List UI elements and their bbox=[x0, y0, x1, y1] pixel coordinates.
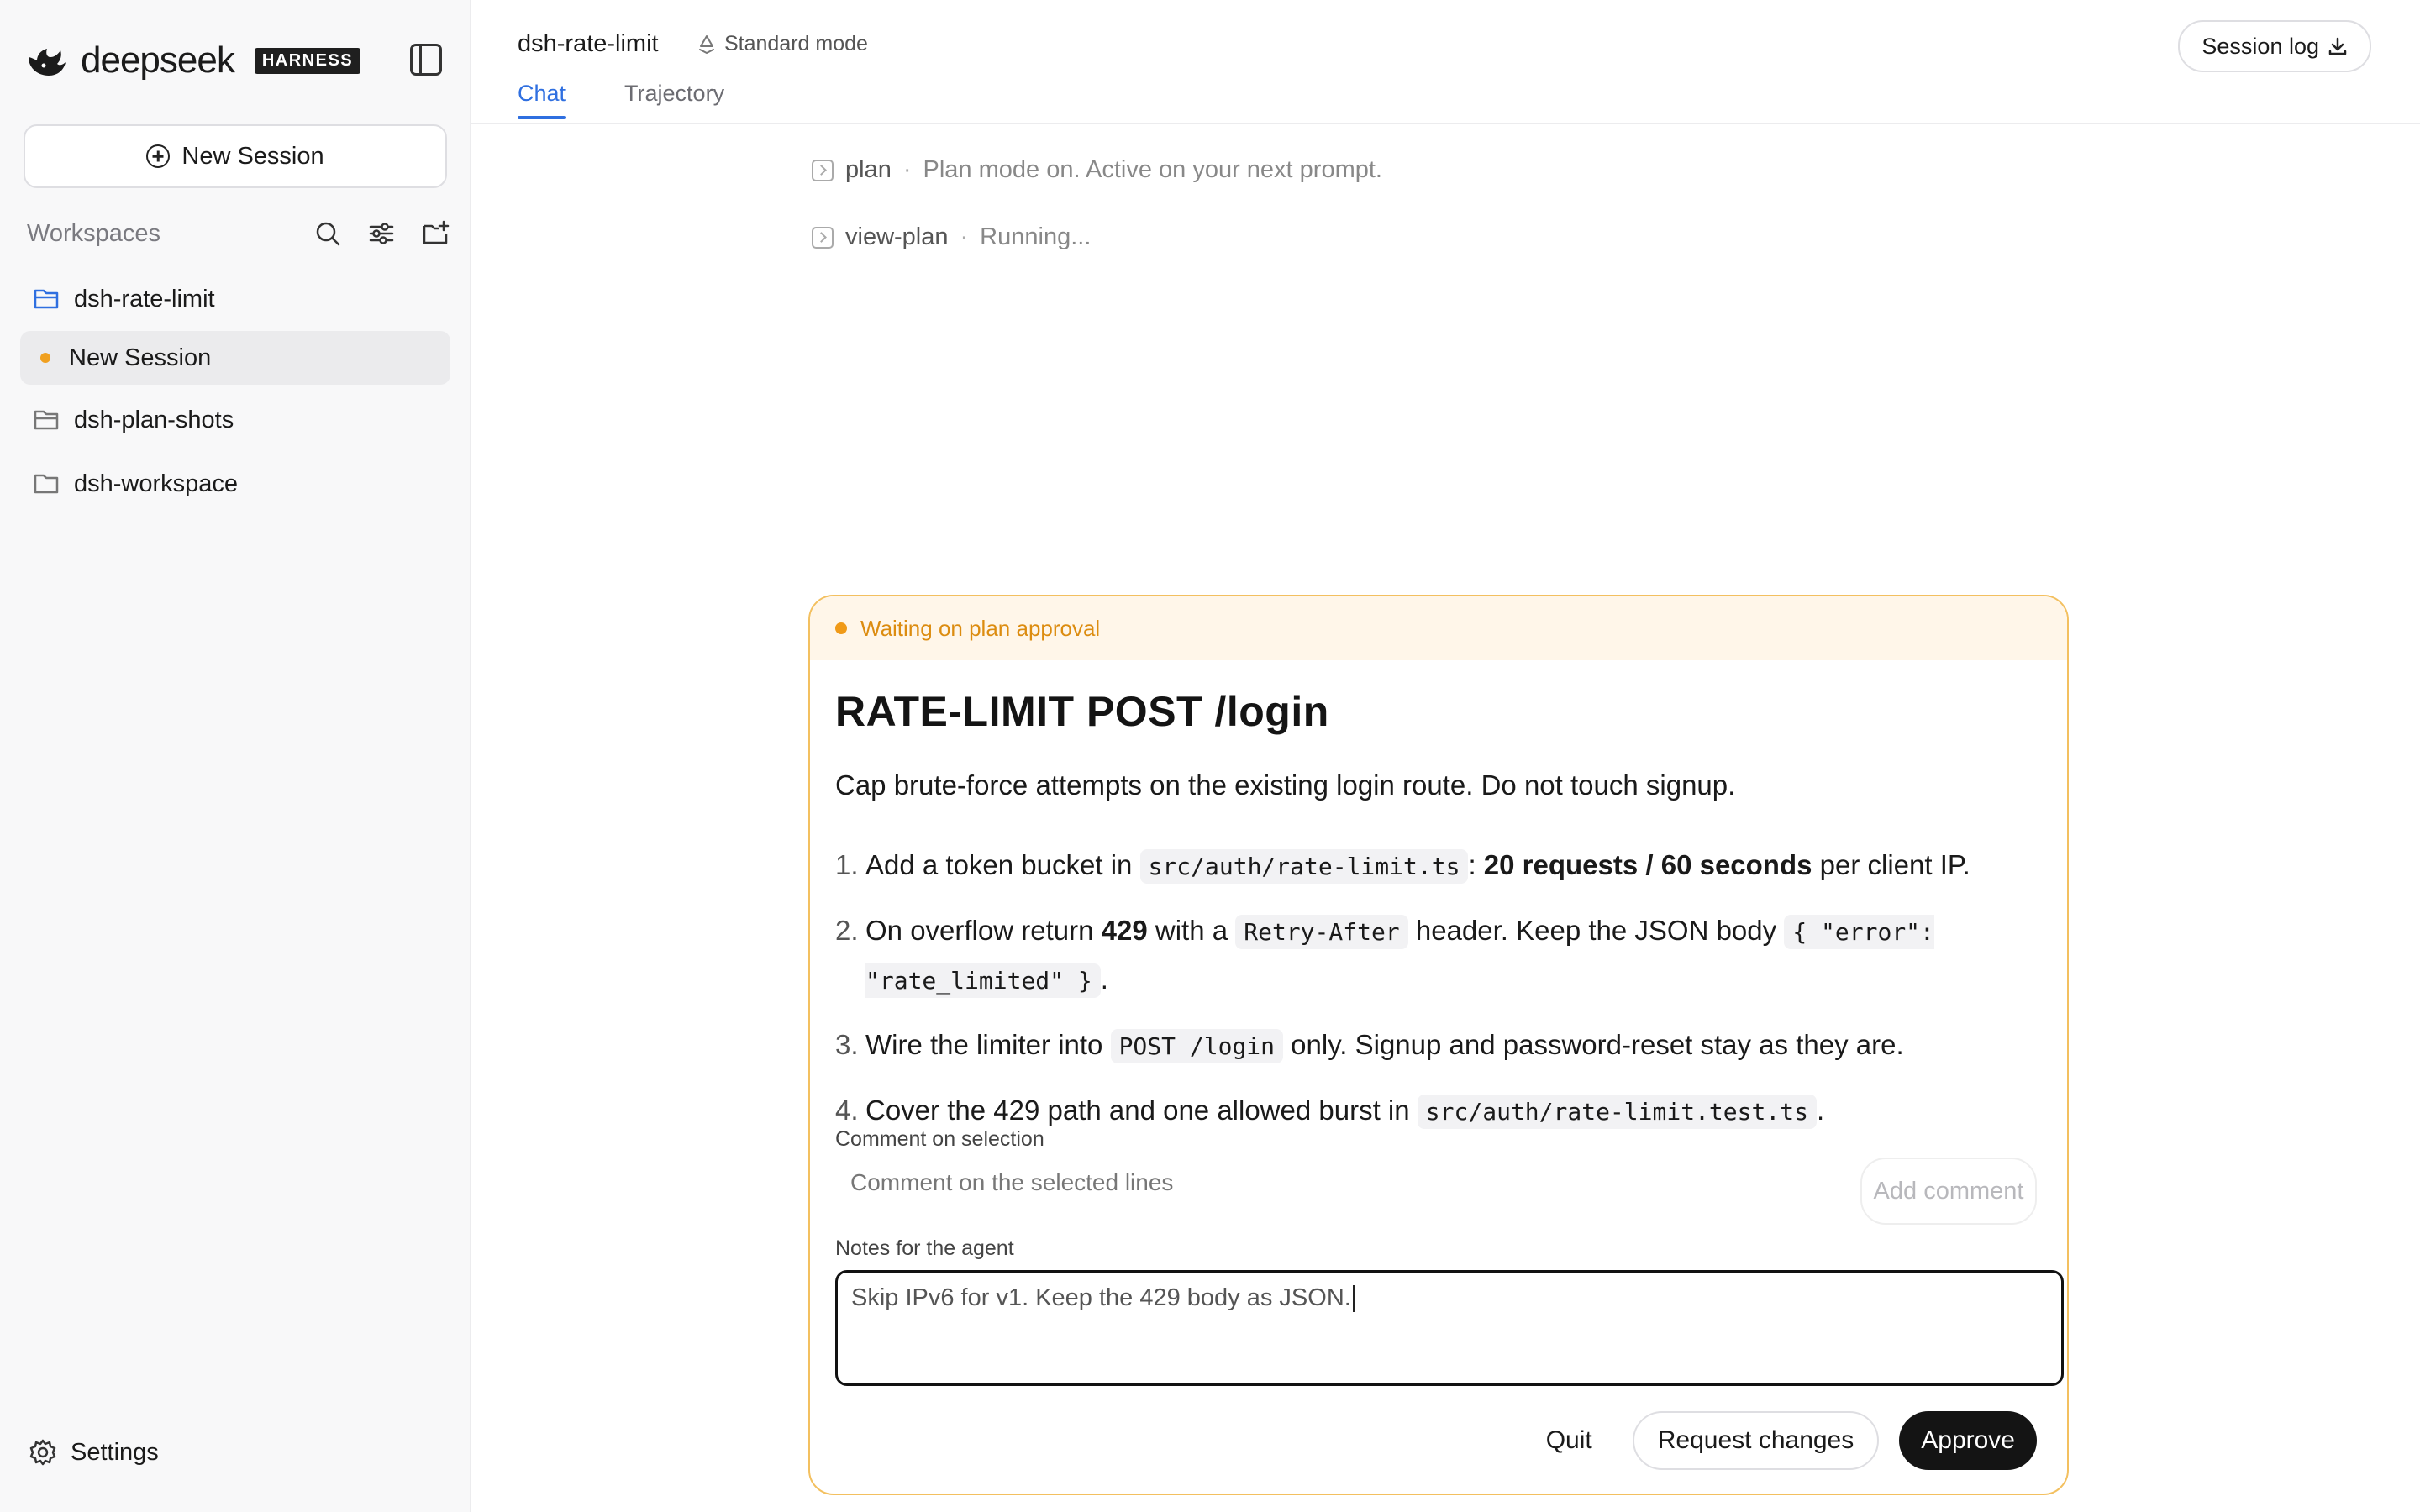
step-number: 2. bbox=[835, 915, 859, 946]
step-text: per client IP. bbox=[1812, 849, 1970, 880]
session-log-label: Session log bbox=[2202, 33, 2319, 59]
tab-chat[interactable]: Chat bbox=[518, 81, 566, 119]
step-text: Cover the 429 path and one allowed burst… bbox=[865, 1095, 1418, 1126]
comment-input[interactable]: Comment on the selected lines bbox=[835, 1161, 1844, 1205]
plan-steps: 1. Add a token bucket in src/auth/rate-li… bbox=[835, 842, 2045, 1152]
step-text: : bbox=[1468, 849, 1484, 880]
step-text: Add a token bucket in bbox=[865, 849, 1140, 880]
folder-open-icon bbox=[34, 410, 59, 430]
quit-button[interactable]: Quit bbox=[1526, 1426, 1612, 1455]
text-caret bbox=[1352, 1285, 1355, 1313]
session-label: New Session bbox=[69, 344, 212, 371]
page-title: dsh-rate-limit bbox=[518, 30, 659, 57]
brand-wordmark: deepseek bbox=[81, 39, 235, 81]
inline-code: src/auth/rate-limit.test.ts bbox=[1417, 1095, 1817, 1129]
plan-status-banner: Waiting on plan approval bbox=[810, 596, 2067, 660]
notes-textarea[interactable]: Skip IPv6 for v1. Keep the 429 body as J… bbox=[835, 1270, 2064, 1386]
main-header: dsh-rate-limit Standard mode Chat Trajec… bbox=[471, 0, 2420, 124]
terminal-icon bbox=[812, 159, 834, 181]
session-log-button[interactable]: Session log bbox=[2178, 20, 2371, 72]
step-number: 3. bbox=[835, 1029, 859, 1060]
step-body: On overflow return 429 with a Retry-Afte… bbox=[865, 907, 2045, 1005]
settings-button[interactable]: Settings bbox=[29, 1438, 159, 1467]
session-status-dot bbox=[40, 353, 50, 363]
search-icon[interactable] bbox=[313, 219, 342, 248]
step-text: . bbox=[1816, 1095, 1825, 1126]
step-body: Add a token bucket in src/auth/rate-limi… bbox=[865, 842, 2045, 890]
folder-icon bbox=[34, 474, 59, 494]
terminal-icon bbox=[812, 226, 834, 249]
plan-intro: Cap brute-force attempts on the existing… bbox=[835, 769, 1736, 801]
workspaces-label: Workspaces bbox=[27, 219, 161, 247]
activity-desc: Plan mode on. Active on your next prompt… bbox=[923, 156, 1382, 183]
new-session-label: New Session bbox=[182, 142, 324, 170]
sidebar: deepseek HARNESS New Session Workspaces … bbox=[0, 0, 471, 1512]
download-icon bbox=[2328, 37, 2347, 55]
plus-circle-icon bbox=[146, 144, 171, 168]
workspace-item-dsh-workspace[interactable]: dsh-workspace bbox=[20, 457, 450, 511]
step-text: header. Keep the JSON body bbox=[1407, 915, 1785, 946]
sidebar-toggle-icon[interactable] bbox=[410, 44, 442, 76]
step-number: 1. bbox=[835, 849, 859, 880]
notes-label: Notes for the agent bbox=[835, 1236, 1014, 1260]
add-comment-button[interactable]: Add comment bbox=[1860, 1158, 2037, 1225]
workspace-label: dsh-workspace bbox=[74, 470, 239, 497]
workspace-label: dsh-rate-limit bbox=[74, 285, 215, 312]
mode-indicator[interactable]: Standard mode bbox=[696, 32, 868, 56]
inline-code: src/auth/rate-limit.ts bbox=[1139, 849, 1469, 884]
inline-code: Retry-After bbox=[1235, 915, 1408, 949]
inline-code: POST /login bbox=[1110, 1029, 1284, 1063]
bold-text: 429 bbox=[1101, 915, 1148, 946]
step-text: Wire the limiter into bbox=[865, 1029, 1111, 1060]
tab-bar: Chat Trajectory bbox=[518, 81, 724, 119]
plan-step[interactable]: 1. Add a token bucket in src/auth/rate-li… bbox=[835, 842, 2045, 890]
step-text: only. Signup and password-reset stay as … bbox=[1283, 1029, 1904, 1060]
workspace-item-dsh-plan-shots[interactable]: dsh-plan-shots bbox=[20, 393, 450, 447]
gear-icon bbox=[29, 1439, 56, 1466]
approve-button[interactable]: Approve bbox=[1899, 1411, 2037, 1470]
activity-plan: plan · Plan mode on. Active on your next… bbox=[812, 156, 1382, 184]
tab-trajectory[interactable]: Trajectory bbox=[624, 81, 724, 117]
comment-label: Comment on selection bbox=[835, 1127, 1044, 1151]
session-item-new-session[interactable]: New Session bbox=[20, 331, 450, 385]
plan-step[interactable]: 2. On overflow return 429 with a Retry-Af… bbox=[835, 907, 2045, 1005]
mode-label: Standard mode bbox=[724, 32, 868, 55]
request-changes-button[interactable]: Request changes bbox=[1632, 1411, 1880, 1470]
plan-approval-card: Waiting on plan approval RATE-LIMIT POST… bbox=[808, 595, 2069, 1495]
step-text: with a bbox=[1147, 915, 1236, 946]
step-body: Wire the limiter into POST /login only. … bbox=[865, 1021, 2045, 1070]
filter-sliders-icon[interactable] bbox=[367, 219, 396, 248]
plan-status: Waiting on plan approval bbox=[860, 615, 1101, 641]
activity-separator: · bbox=[902, 156, 912, 183]
recycle-icon bbox=[699, 34, 714, 54]
plan-actions: Quit Request changes Approve bbox=[1526, 1411, 2037, 1470]
plan-title: RATE-LIMIT POST /login bbox=[835, 688, 1329, 735]
workspace-item-dsh-rate-limit[interactable]: dsh-rate-limit bbox=[20, 272, 450, 326]
settings-label: Settings bbox=[71, 1438, 159, 1466]
plan-step[interactable]: 3. Wire the limiter into POST /login only… bbox=[835, 1021, 2045, 1070]
whale-logo-icon bbox=[29, 49, 66, 76]
brand-tag: HARNESS bbox=[254, 47, 361, 74]
status-dot bbox=[835, 622, 847, 634]
folder-open-icon bbox=[34, 289, 59, 309]
activity-name: plan bbox=[845, 156, 892, 183]
app-window: deepseek HARNESS New Session Workspaces … bbox=[0, 0, 2420, 1512]
activity-name: view-plan bbox=[845, 223, 949, 250]
brand: deepseek HARNESS bbox=[25, 39, 361, 81]
step-text: . bbox=[1100, 963, 1108, 995]
new-session-button[interactable]: New Session bbox=[24, 124, 447, 188]
activity-separator: · bbox=[960, 223, 969, 250]
bold-text: 20 requests / 60 seconds bbox=[1483, 849, 1812, 880]
workspaces-header: Workspaces bbox=[27, 217, 450, 250]
new-folder-icon[interactable] bbox=[421, 219, 450, 248]
activity-desc: Running... bbox=[980, 223, 1092, 250]
activity-view-plan: view-plan · Running... bbox=[812, 223, 1091, 251]
workspace-label: dsh-plan-shots bbox=[74, 406, 234, 433]
step-text: On overflow return bbox=[865, 915, 1102, 946]
notes-value: Skip IPv6 for v1. Keep the 429 body as J… bbox=[851, 1284, 1351, 1311]
